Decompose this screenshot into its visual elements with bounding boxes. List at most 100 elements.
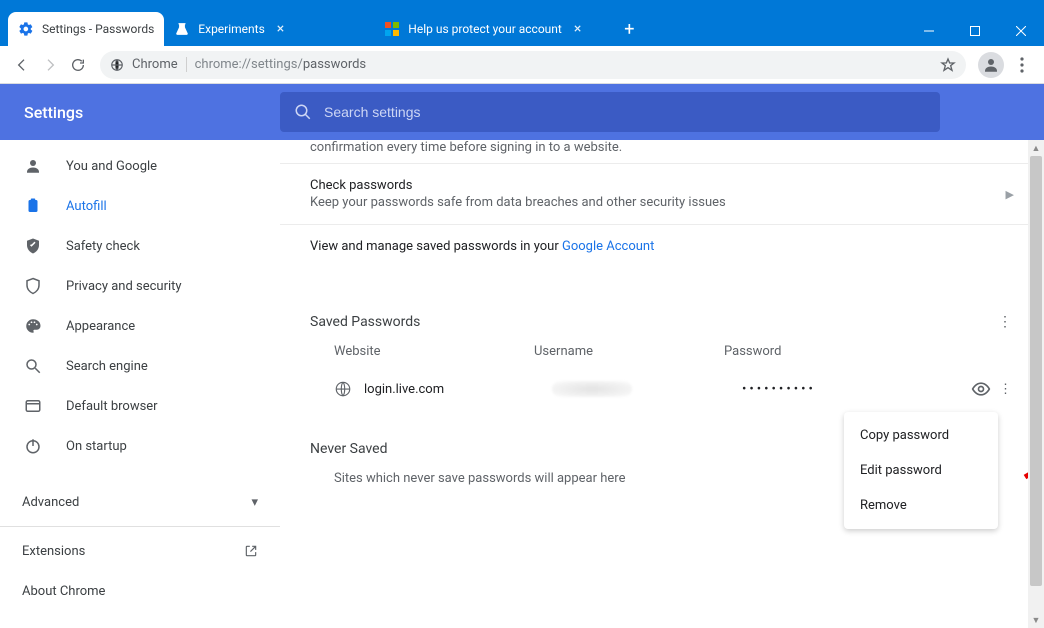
row-website[interactable]: login.live.com — [364, 382, 552, 397]
profile-avatar[interactable] — [978, 52, 1004, 78]
check-passwords-row[interactable]: Check passwords Keep your passwords safe… — [280, 163, 1044, 224]
settings-sidebar: You and Google Autofill Safety check Pri… — [0, 140, 280, 628]
external-link-icon — [244, 544, 258, 558]
tab-help-protect[interactable]: Help us protect your account × — [374, 12, 614, 46]
google-account-row: View and manage saved passwords in your … — [280, 224, 1044, 268]
saved-passwords-title: Saved Passwords — [310, 314, 420, 330]
tab-label: Settings - Passwords — [42, 22, 154, 36]
extensions-label: Extensions — [22, 544, 85, 559]
menu-remove[interactable]: Remove — [844, 488, 998, 523]
person-icon — [22, 155, 44, 177]
sidebar-item-label: Appearance — [66, 319, 135, 334]
settings-search-input[interactable] — [324, 104, 926, 120]
settings-body: You and Google Autofill Safety check Pri… — [0, 140, 1044, 628]
show-password-button[interactable] — [971, 379, 991, 399]
sidebar-item-autofill[interactable]: Autofill — [0, 186, 280, 226]
tab-settings-passwords[interactable]: Settings - Passwords — [8, 12, 164, 46]
check-passwords-title: Check passwords — [310, 178, 1006, 193]
minimize-button[interactable] — [906, 16, 952, 46]
search-icon — [22, 355, 44, 377]
tab-label: Help us protect your account — [408, 22, 562, 36]
ms-icon — [384, 21, 400, 37]
settings-header: Settings — [0, 84, 1044, 140]
close-window-button[interactable] — [998, 16, 1044, 46]
chrome-chip: Chrome — [132, 57, 187, 72]
chevron-down-icon: ▾ — [251, 495, 258, 510]
col-website: Website — [334, 344, 534, 359]
tab-strip: Settings - Passwords Experiments × Help … — [0, 12, 906, 46]
sidebar-item-label: Search engine — [66, 359, 148, 374]
close-icon[interactable]: × — [574, 22, 581, 36]
power-icon — [22, 435, 44, 457]
tab-experiments[interactable]: Experiments × — [164, 12, 374, 46]
row-username — [552, 381, 742, 397]
password-row-more-button[interactable]: ⋮ — [999, 382, 1014, 397]
flask-icon — [174, 21, 190, 37]
sidebar-item-default-browser[interactable]: Default browser — [0, 386, 280, 426]
tab-label: Experiments — [198, 22, 265, 36]
chevron-right-icon: ▶ — [1006, 188, 1014, 201]
view-manage-text: View and manage saved passwords in your — [310, 239, 562, 254]
menu-edit-password[interactable]: Edit password — [844, 453, 998, 488]
sidebar-item-label: Default browser — [66, 399, 158, 414]
sidebar-item-label: Safety check — [66, 239, 140, 254]
scroll-up-button[interactable]: ▲ — [1028, 140, 1044, 156]
saved-passwords-more-button[interactable]: ⋮ — [998, 314, 1014, 330]
address-bar[interactable]: Chrome chrome://settings/passwords — [100, 51, 966, 79]
forward-button[interactable] — [36, 51, 64, 79]
sidebar-item-label: Privacy and security — [66, 279, 182, 294]
password-table-header: Website Username Password — [280, 330, 1044, 367]
sidebar-item-label: Autofill — [66, 199, 107, 214]
gear-icon — [18, 21, 34, 37]
sidebar-item-on-startup[interactable]: On startup — [0, 426, 280, 466]
advanced-label: Advanced — [22, 495, 79, 510]
scroll-thumb[interactable] — [1030, 156, 1042, 586]
scrollbar[interactable]: ▲ ▼ — [1028, 140, 1044, 628]
shield-icon — [22, 275, 44, 297]
settings-main: confirmation every time before signing i… — [280, 140, 1044, 628]
settings-title: Settings — [0, 103, 280, 122]
row-password-masked: •••••••••• — [742, 382, 971, 397]
reload-button[interactable] — [64, 51, 92, 79]
palette-icon — [22, 315, 44, 337]
password-context-menu: Copy password Edit password Remove — [844, 412, 998, 529]
close-icon[interactable]: × — [277, 22, 284, 36]
settings-search[interactable] — [280, 92, 940, 132]
saved-passwords-header: Saved Passwords ⋮ — [280, 314, 1044, 330]
col-password: Password — [724, 344, 1014, 359]
scroll-down-button[interactable]: ▼ — [1028, 612, 1044, 628]
window-controls — [906, 16, 1044, 46]
browser-icon — [22, 395, 44, 417]
search-icon — [294, 103, 312, 121]
sidebar-advanced[interactable]: Advanced ▾ — [0, 482, 280, 522]
new-tab-button[interactable]: + — [614, 12, 644, 46]
sidebar-item-appearance[interactable]: Appearance — [0, 306, 280, 346]
sidebar-item-search-engine[interactable]: Search engine — [0, 346, 280, 386]
google-account-link[interactable]: Google Account — [562, 239, 654, 254]
globe-icon — [334, 380, 352, 398]
sidebar-item-you-and-google[interactable]: You and Google — [0, 146, 280, 186]
divider — [0, 526, 280, 527]
username-redacted — [552, 381, 632, 397]
offer-save-snippet: confirmation every time before signing i… — [280, 140, 1044, 163]
browser-menu-button[interactable] — [1008, 51, 1036, 79]
bookmark-star-icon[interactable] — [940, 57, 956, 73]
site-info-icon[interactable] — [110, 58, 124, 72]
sidebar-about-chrome[interactable]: About Chrome — [0, 571, 280, 611]
sidebar-item-safety-check[interactable]: Safety check — [0, 226, 280, 266]
back-button[interactable] — [8, 51, 36, 79]
sidebar-item-privacy-security[interactable]: Privacy and security — [0, 266, 280, 306]
password-row: login.live.com •••••••••• ⋮ — [280, 367, 1044, 411]
sidebar-extensions[interactable]: Extensions — [0, 531, 280, 571]
col-username: Username — [534, 344, 724, 359]
shield-check-icon — [22, 235, 44, 257]
maximize-button[interactable] — [952, 16, 998, 46]
window-titlebar: Settings - Passwords Experiments × Help … — [0, 0, 1044, 46]
sidebar-item-label: On startup — [66, 439, 127, 454]
browser-toolbar: Chrome chrome://settings/passwords — [0, 46, 1044, 84]
address-text: chrome://settings/passwords — [195, 57, 367, 72]
sidebar-item-label: You and Google — [66, 159, 157, 174]
menu-copy-password[interactable]: Copy password — [844, 418, 998, 453]
clipboard-icon — [22, 195, 44, 217]
check-passwords-sub: Keep your passwords safe from data breac… — [310, 195, 1006, 210]
